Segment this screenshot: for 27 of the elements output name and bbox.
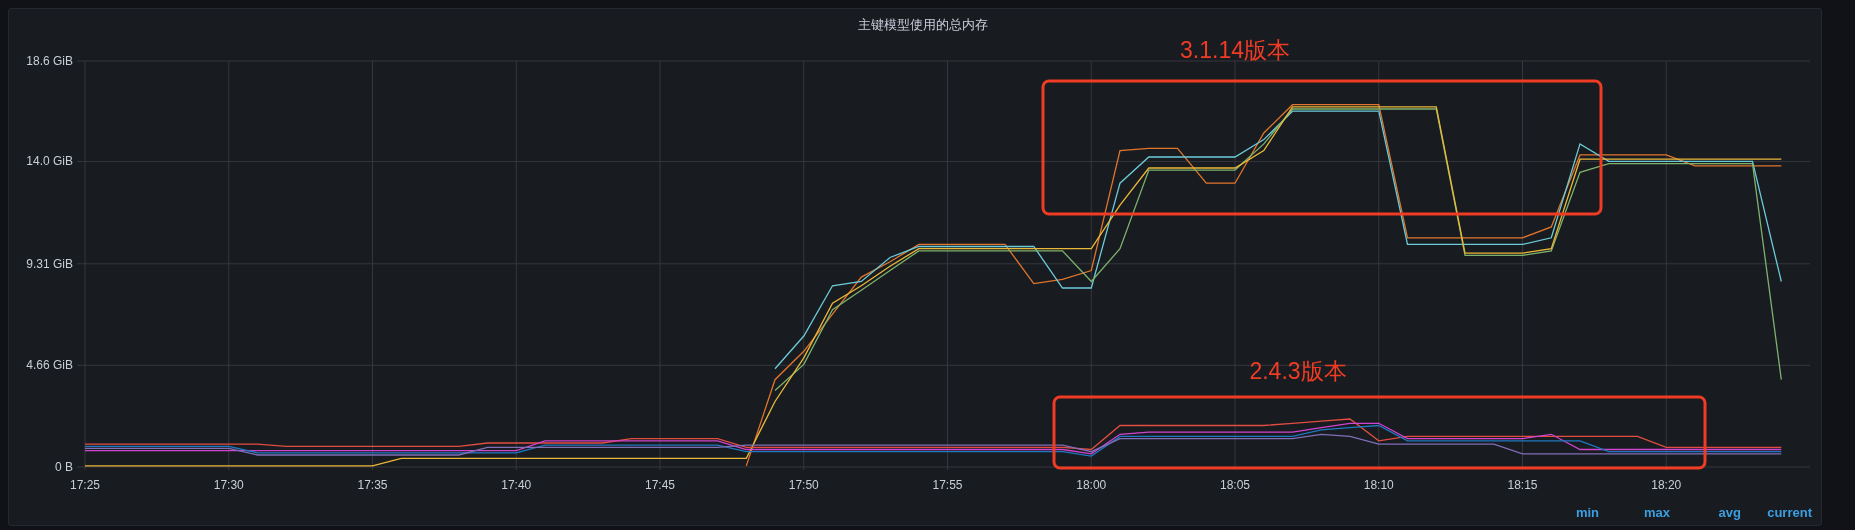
x-tick-label: 17:50 <box>788 478 819 492</box>
y-tick-label: 18.6 GiB <box>26 54 73 68</box>
line-series <box>745 104 1782 467</box>
legend-column-header[interactable]: min <box>1528 504 1599 520</box>
annotation-label: 3.1.14版本 <box>1180 37 1290 63</box>
x-tick-label: 17:25 <box>70 478 100 492</box>
line-series <box>84 433 1782 456</box>
y-tick-label: 14.0 GiB <box>26 154 73 169</box>
x-tick-label: 18:10 <box>1363 478 1394 492</box>
line-series <box>84 106 1782 467</box>
legend-column-header[interactable]: avg <box>1670 504 1741 520</box>
chart-title: 主键模型使用的总内存 <box>858 17 988 32</box>
legend-column-header[interactable]: max <box>1599 504 1670 520</box>
x-tick-label: 17:30 <box>213 478 244 492</box>
y-tick-label: 9.31 GiB <box>26 256 73 271</box>
y-tick-label: 0 B <box>55 460 73 474</box>
x-tick-label: 18:05 <box>1220 478 1250 492</box>
x-tick-label: 17:40 <box>501 478 532 492</box>
y-tick-label: 4.66 GiB <box>26 358 73 373</box>
x-tick-label: 18:15 <box>1507 478 1538 492</box>
x-tick-label: 17:45 <box>645 478 675 492</box>
x-tick-label: 17:55 <box>932 478 963 492</box>
legend-column-header[interactable]: current <box>1741 504 1812 520</box>
x-tick-label: 17:35 <box>357 478 388 492</box>
annotation-label: 2.4.3版本 <box>1249 358 1347 384</box>
x-tick-label: 18:20 <box>1651 478 1682 492</box>
x-tick-label: 18:00 <box>1076 478 1107 492</box>
